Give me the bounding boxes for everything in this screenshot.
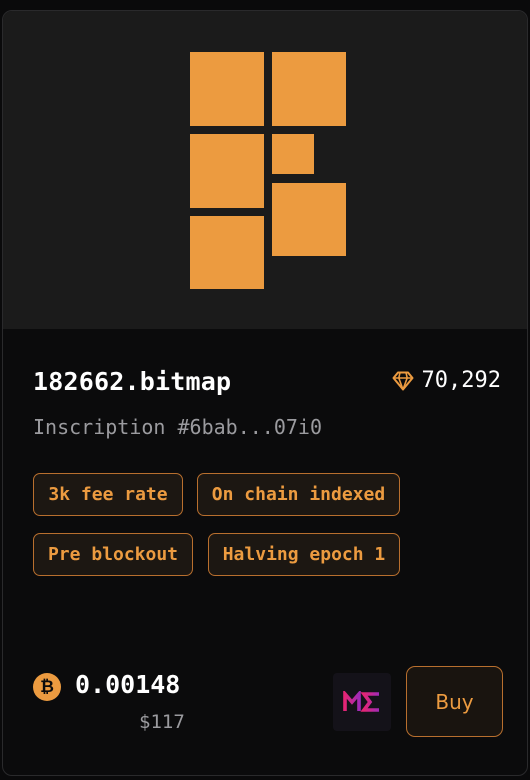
tag-halving-epoch: Halving epoch 1	[208, 533, 400, 576]
diamond-icon	[392, 371, 414, 391]
tag-fee-rate: 3k fee rate	[33, 473, 183, 516]
price-usd: $117	[139, 711, 185, 733]
listing-card[interactable]: 182662.bitmap 70,292 Inscription #6bab..…	[2, 10, 528, 776]
bitmap-block	[190, 52, 264, 126]
inscription-id: Inscription #6bab...07i0	[33, 415, 322, 439]
tag-pre-blockout: Pre blockout	[33, 533, 193, 576]
magic-eden-logo[interactable]	[333, 673, 391, 731]
price-btc: 0.00148	[75, 670, 181, 699]
bitmap-artwork[interactable]	[3, 11, 527, 329]
tag-on-chain-indexed: On chain indexed	[197, 473, 400, 516]
bitmap-block	[272, 183, 346, 256]
item-title: 182662.bitmap	[33, 367, 232, 396]
bitmap-block	[190, 216, 264, 289]
rarity-score-value: 70,292	[421, 368, 501, 393]
bitcoin-icon: ₿	[33, 673, 61, 701]
bitmap-block	[190, 134, 264, 208]
rarity-score: 70,292	[392, 368, 501, 393]
bitmap-block	[272, 52, 346, 126]
buy-button[interactable]: Buy	[406, 666, 503, 737]
bitmap-block	[272, 134, 314, 174]
